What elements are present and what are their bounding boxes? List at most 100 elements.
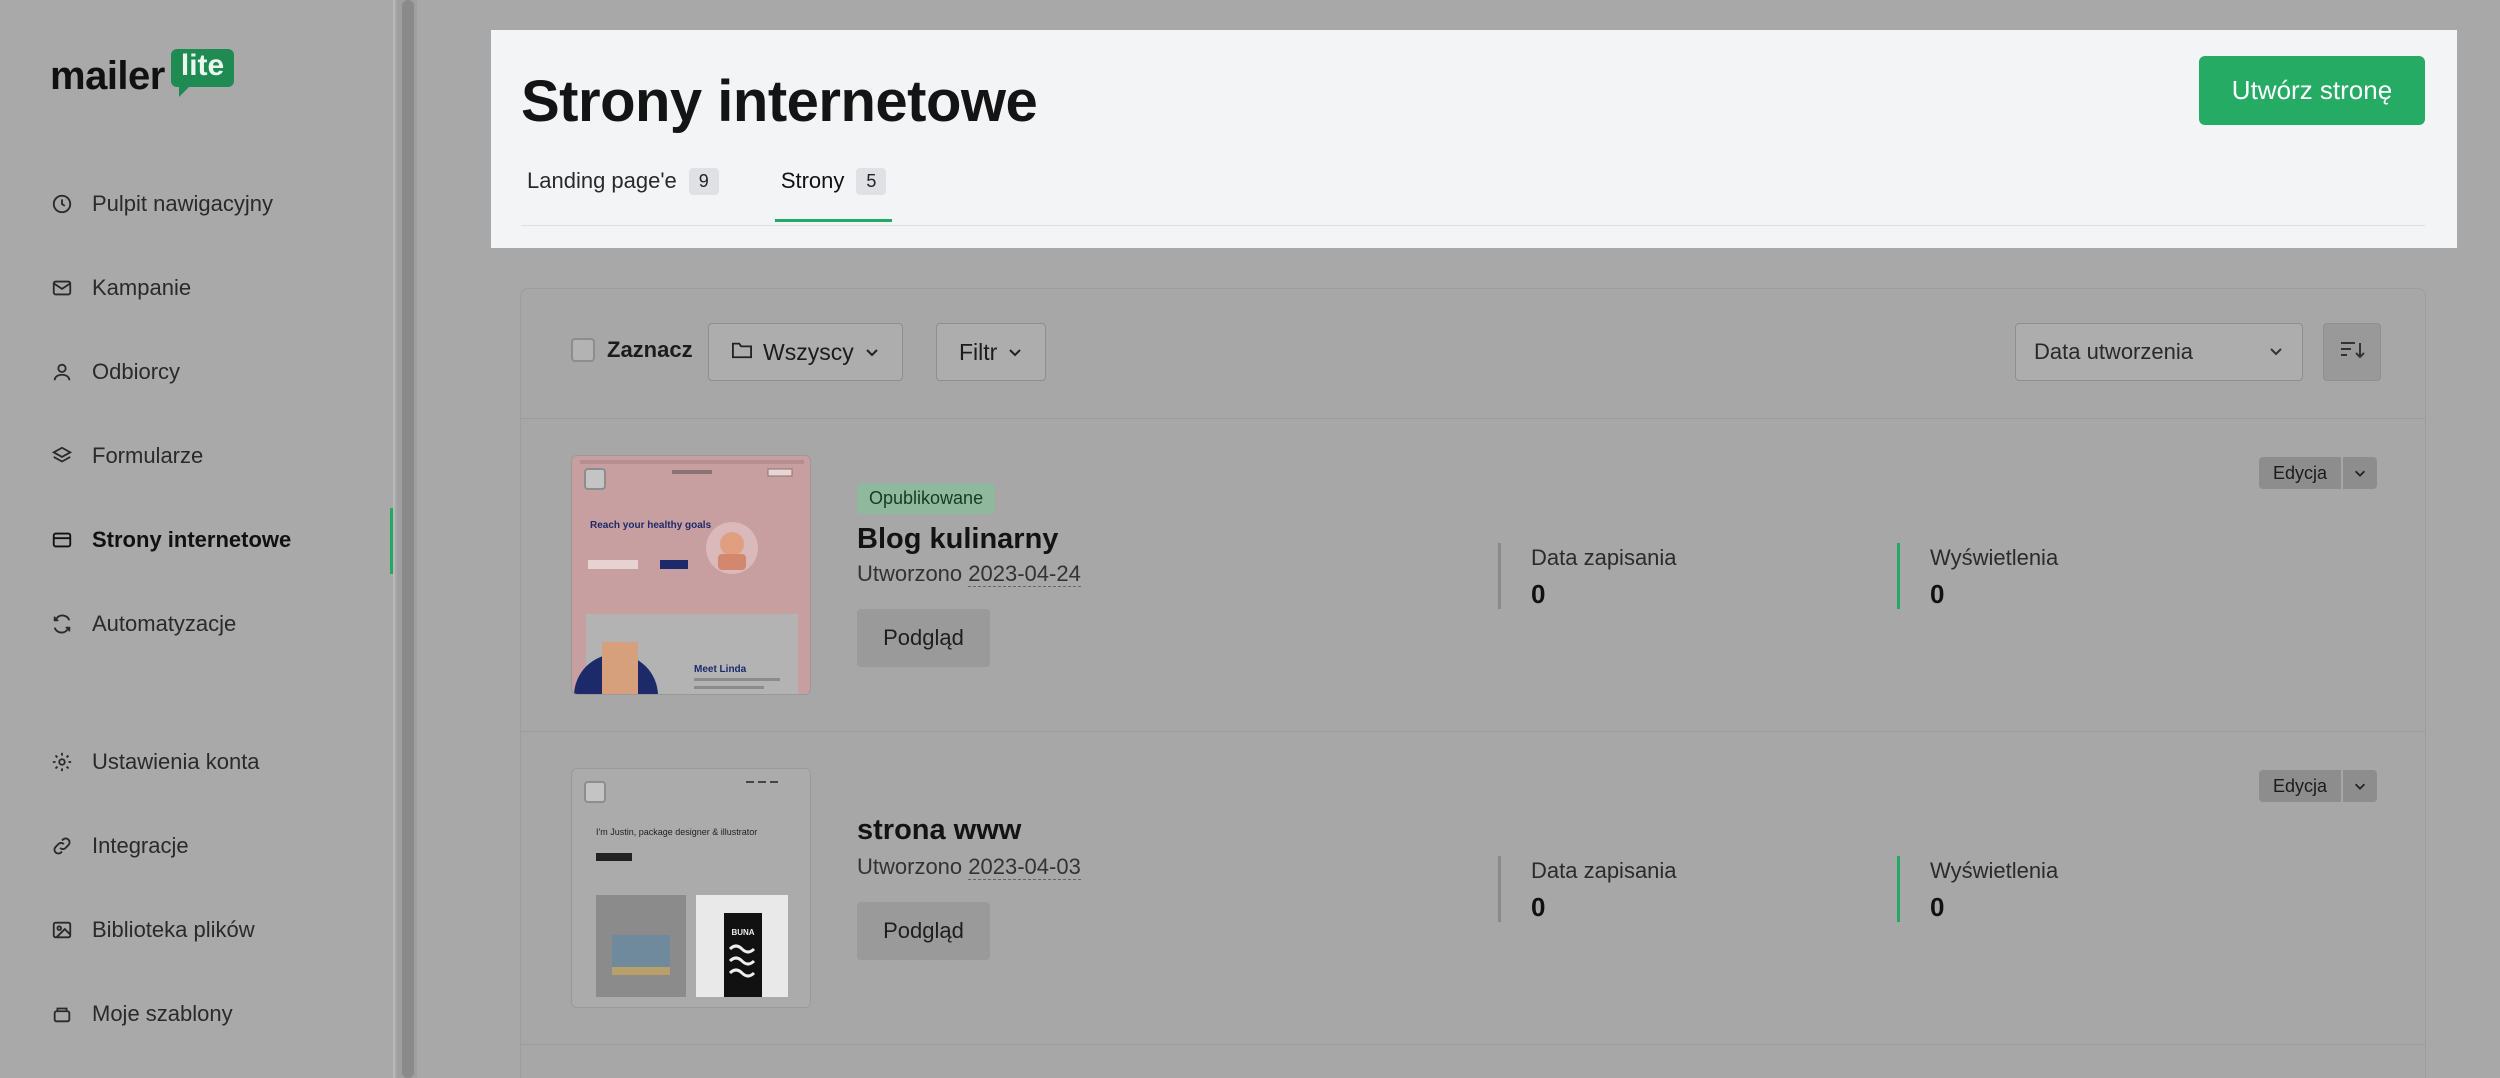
sidebar-scrollbar-thumb[interactable] xyxy=(402,0,414,1078)
header-divider xyxy=(521,225,2425,226)
sidebar-item-label: Strony internetowe xyxy=(92,527,292,552)
views-stat: Wyświetlenia 0 xyxy=(1897,543,2058,609)
sidebar-item-integrations[interactable]: Integracje xyxy=(50,826,189,866)
thumbnail-heading: I'm Justin, package designer & illustrat… xyxy=(596,827,757,837)
edit-button-group: Edycja xyxy=(2258,770,2377,802)
thumbnail-subheading: Meet Linda xyxy=(694,664,747,675)
template-icon xyxy=(50,1002,74,1026)
refresh-icon xyxy=(50,612,74,636)
preview-button[interactable]: Podgląd xyxy=(857,609,990,667)
created-label: Utworzono xyxy=(857,561,963,586)
stat-value: 0 xyxy=(1531,892,1546,922)
thumbnail-preview-image: I'm Justin, package designer & illustrat… xyxy=(572,769,810,1007)
sidebar-item-my-templates[interactable]: Moje szablony xyxy=(50,994,233,1034)
sidebar-item-label: Ustawienia konta xyxy=(92,749,260,774)
page-tabs: Landing page'e 9 Strony 5 xyxy=(521,160,942,222)
stat-value: 0 xyxy=(1930,892,1945,922)
chevron-down-icon xyxy=(1007,339,1023,366)
select-all-checkbox[interactable]: Zaznacz xyxy=(571,337,693,363)
tab-landing-pages[interactable]: Landing page'e 9 xyxy=(521,160,725,222)
edit-button-group: Edycja xyxy=(2258,457,2377,489)
page-row: Reach your healthy goals Meet Linda Opub… xyxy=(521,419,2425,732)
envelope-icon xyxy=(50,276,74,300)
tab-pages[interactable]: Strony 5 xyxy=(774,160,893,222)
stat-value: 0 xyxy=(1930,579,1945,609)
created-label: Utworzono xyxy=(857,854,963,879)
stat-label: Data zapisania xyxy=(1531,858,1677,883)
chevron-down-icon xyxy=(2268,339,2284,365)
sidebar: mailer lite Pulpit nawigacyjny Kampanie … xyxy=(0,0,395,1078)
created-date: 2023-04-03 xyxy=(968,854,1081,880)
edit-button[interactable]: Edycja xyxy=(2258,770,2341,802)
sort-descending-icon xyxy=(2339,339,2365,366)
saved-date-stat: Data zapisania 0 xyxy=(1498,543,1677,609)
filter-dropdown[interactable]: Filtr xyxy=(936,323,1047,381)
sidebar-item-label: Pulpit nawigacyjny xyxy=(92,191,273,216)
edit-button[interactable]: Edycja xyxy=(2258,457,2341,489)
list-toolbar: Zaznacz Wszyscy Filtr Data utworzenia xyxy=(521,289,2425,419)
sidebar-item-label: Biblioteka plików xyxy=(92,917,255,942)
chevron-down-icon xyxy=(2355,470,2365,477)
sidebar-item-label: Automatyzacje xyxy=(92,611,237,636)
stat-label: Data zapisania xyxy=(1531,545,1677,570)
sidebar-item-websites[interactable]: Strony internetowe xyxy=(50,520,291,560)
sidebar-item-subscribers[interactable]: Odbiorcy xyxy=(50,352,180,392)
sidebar-item-account-settings[interactable]: Ustawienia konta xyxy=(50,742,260,782)
sort-by-label: Data utworzenia xyxy=(2034,339,2193,364)
dashboard-icon xyxy=(50,192,74,216)
page-title-text[interactable]: strona www xyxy=(857,814,1021,847)
sidebar-item-label: Integracje xyxy=(92,833,189,858)
stat-label: Wyświetlenia xyxy=(1930,545,2059,570)
saved-date-stat: Data zapisania 0 xyxy=(1498,856,1677,922)
select-all-label: Zaznacz xyxy=(607,337,693,362)
page-row: I'm Justin, package designer & illustrat… xyxy=(521,732,2425,1045)
sidebar-item-label: Kampanie xyxy=(92,275,192,300)
stat-label: Wyświetlenia xyxy=(1930,858,2059,883)
link-icon xyxy=(50,834,74,858)
tab-label: Landing page'e xyxy=(527,168,677,193)
pages-list-panel: Zaznacz Wszyscy Filtr Data utworzenia Re… xyxy=(520,288,2426,1078)
sidebar-item-label: Odbiorcy xyxy=(92,359,181,384)
page-thumbnail[interactable]: I'm Justin, package designer & illustrat… xyxy=(571,768,811,1008)
status-badge: Opublikowane xyxy=(857,483,996,514)
sidebar-item-label: Formularze xyxy=(92,443,204,468)
edit-options-dropdown[interactable] xyxy=(2343,457,2377,489)
active-indicator xyxy=(390,508,393,574)
folder-dropdown[interactable]: Wszyscy xyxy=(708,323,903,381)
row-checkbox[interactable] xyxy=(584,468,606,490)
page-title: Strony internetowe xyxy=(521,69,1038,134)
created-date: 2023-04-24 xyxy=(968,561,1081,587)
page-header: Strony internetowe Utwórz stronę Landing… xyxy=(491,30,2457,248)
checkbox-box[interactable] xyxy=(571,338,595,362)
sidebar-item-label: Moje szablony xyxy=(92,1001,233,1026)
page-title-text[interactable]: Blog kulinarny xyxy=(857,523,1058,556)
sidebar-item-automations[interactable]: Automatyzacje xyxy=(50,604,236,644)
chevron-down-icon xyxy=(2355,783,2365,790)
sidebar-item-file-library[interactable]: Biblioteka plików xyxy=(50,910,255,950)
browser-icon xyxy=(50,528,74,552)
thumbnail-product-label: BUNA xyxy=(731,928,754,937)
sidebar-item-campaigns[interactable]: Kampanie xyxy=(50,268,191,308)
sidebar-item-dashboard[interactable]: Pulpit nawigacyjny xyxy=(50,184,273,224)
sort-by-select[interactable]: Data utworzenia xyxy=(2015,323,2303,381)
logo-word: mailer xyxy=(50,54,165,98)
create-page-button[interactable]: Utwórz stronę xyxy=(2199,56,2425,125)
sidebar-item-forms[interactable]: Formularze xyxy=(50,436,203,476)
preview-button[interactable]: Podgląd xyxy=(857,902,990,960)
page-thumbnail[interactable]: Reach your healthy goals Meet Linda xyxy=(571,455,811,695)
views-stat: Wyświetlenia 0 xyxy=(1897,856,2058,922)
row-checkbox[interactable] xyxy=(584,781,606,803)
logo-badge: lite xyxy=(170,49,235,97)
stat-value: 0 xyxy=(1531,579,1546,609)
tab-label: Strony xyxy=(780,168,845,193)
created-info: Utworzono 2023-04-03 xyxy=(857,854,1081,880)
layers-icon xyxy=(50,444,74,468)
thumbnail-heading: Reach your healthy goals xyxy=(590,520,712,531)
folder-icon xyxy=(731,339,753,366)
chevron-down-icon xyxy=(864,339,880,366)
edit-options-dropdown[interactable] xyxy=(2343,770,2377,802)
image-icon xyxy=(50,918,74,942)
sort-direction-button[interactable] xyxy=(2323,323,2381,381)
mailerlite-logo[interactable]: mailer lite xyxy=(50,48,235,104)
tab-count-badge: 5 xyxy=(856,168,887,195)
